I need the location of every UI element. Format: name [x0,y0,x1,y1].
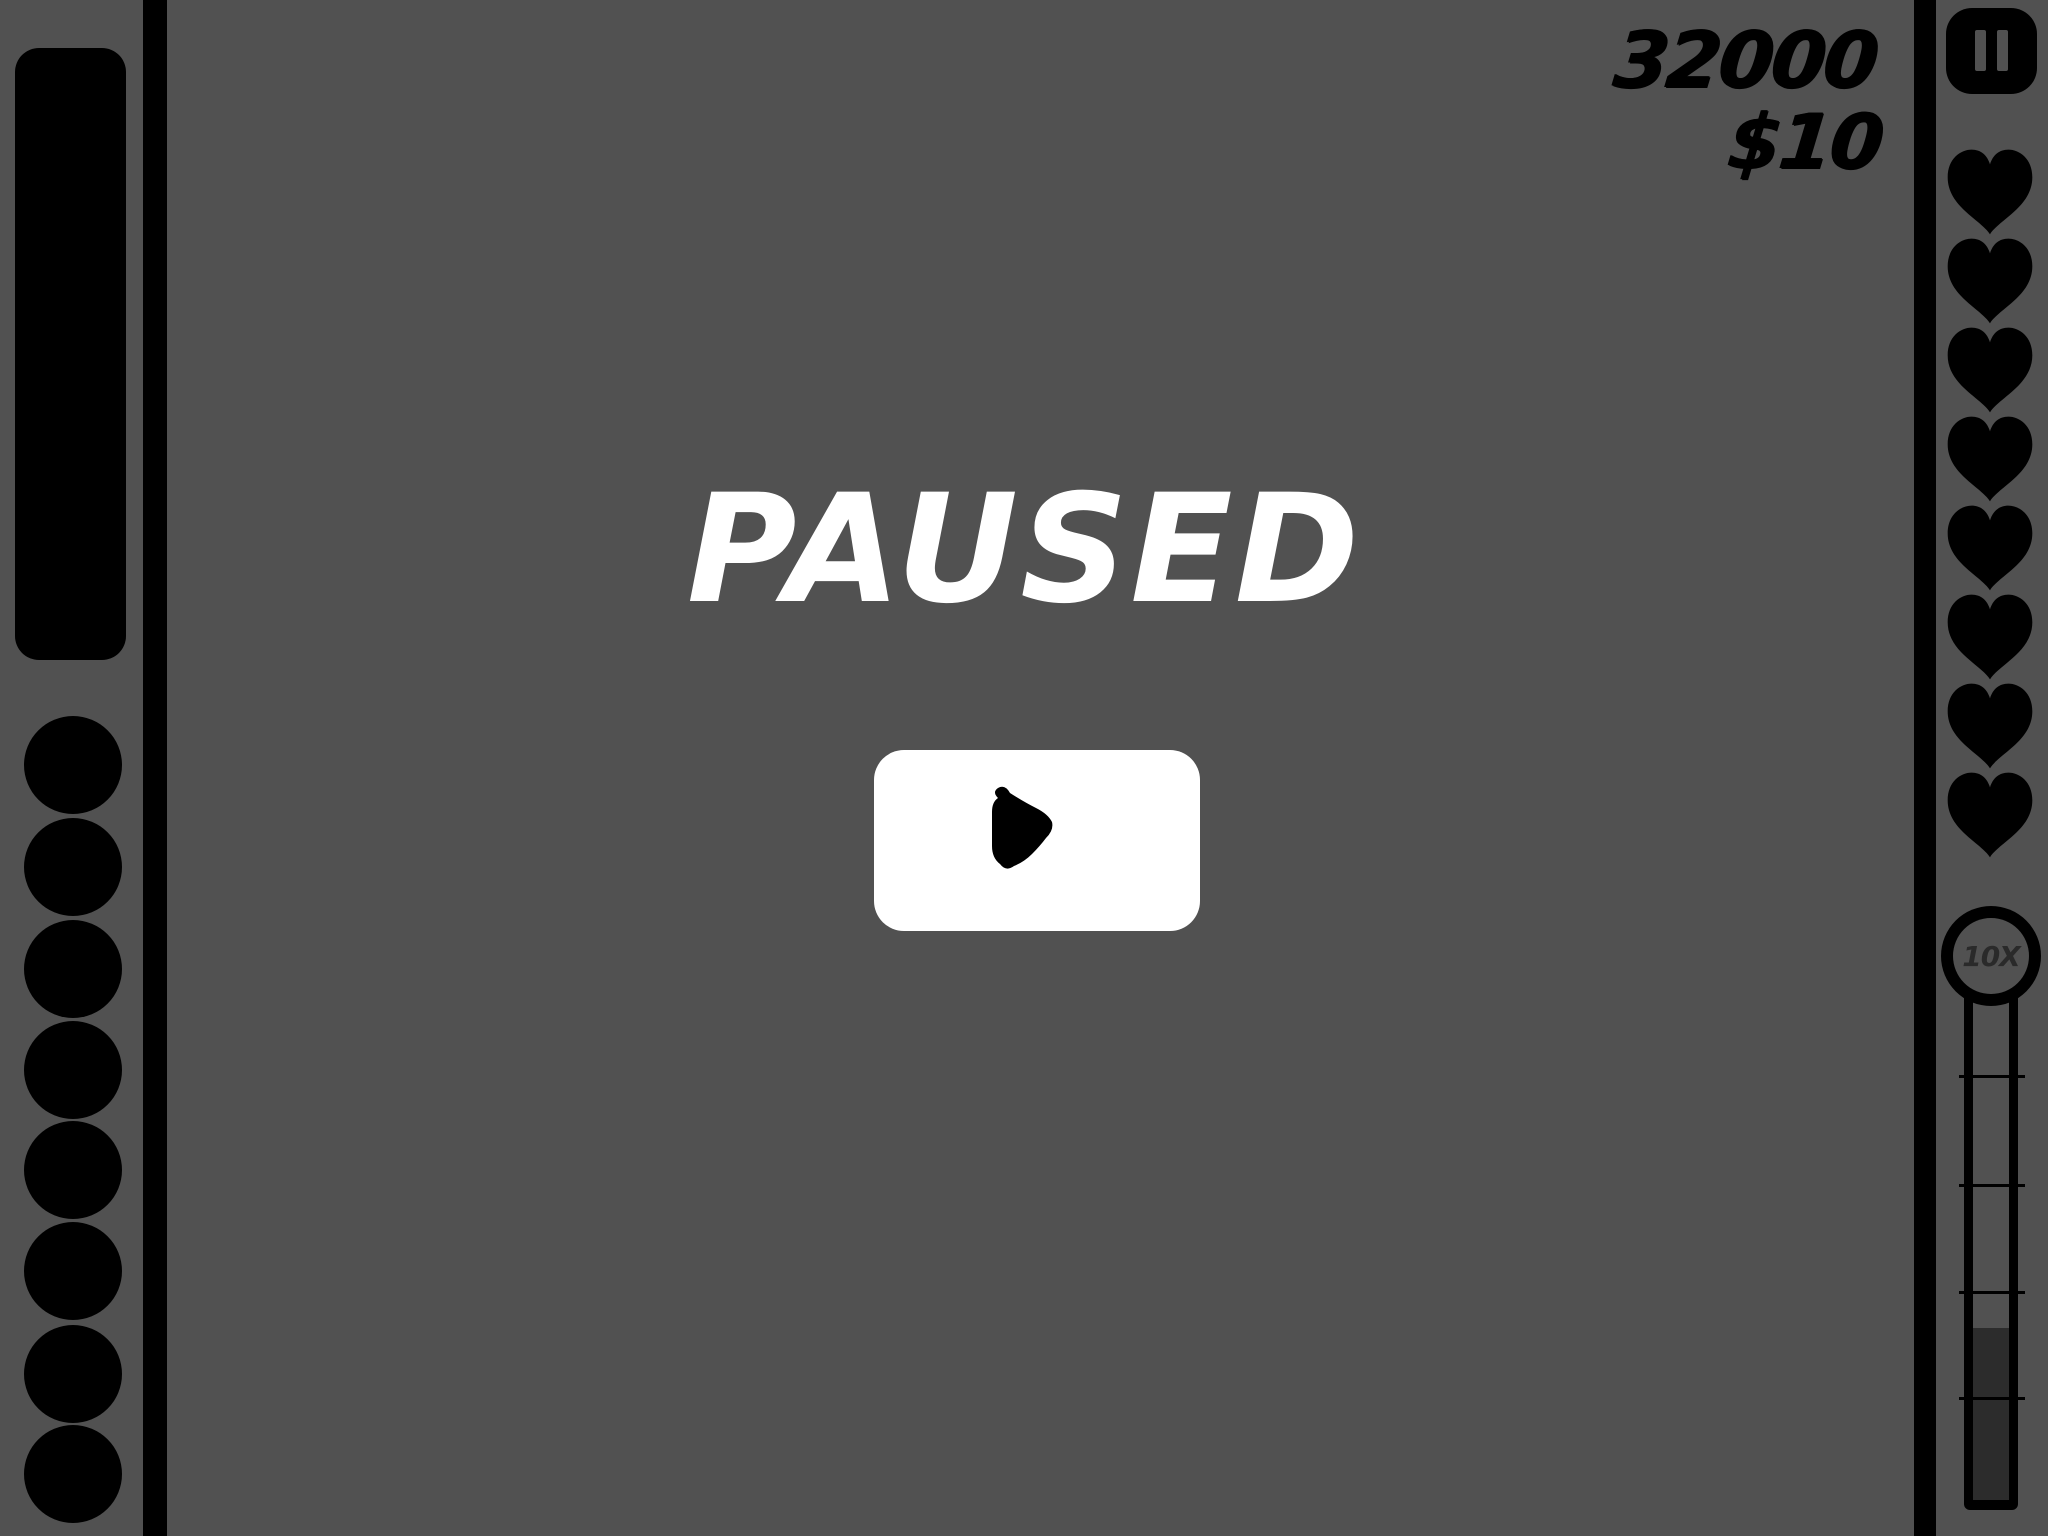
heart-icon [1947,238,2033,324]
multiplier-badge: 10X [1941,906,2041,1006]
heart-icon [1947,772,2033,858]
paused-title: PAUSED [686,463,1362,637]
slot-circle [24,1325,122,1423]
score-display: 32000 [1609,16,1881,106]
slot-circle [24,716,122,814]
left-divider [143,0,167,1536]
meter-tick [1959,1184,2025,1187]
heart-icon [1947,683,2033,769]
slot-circle [24,920,122,1018]
multiplier-meter-inner [1973,980,2009,1500]
pause-button[interactable] [1946,8,2037,94]
slot-circle [24,1021,122,1119]
multiplier-meter-fill [1973,1328,2009,1500]
heart-icon [1947,149,2033,235]
heart-icon [1947,327,2033,413]
slot-circle [24,818,122,916]
money-display: $10 [1724,97,1887,186]
resume-button[interactable] [874,750,1200,931]
meter-tick [1959,1291,2025,1294]
multiplier-meter [1964,980,2018,1510]
slot-circle [24,1425,122,1523]
multiplier-label: 10X [1962,939,2021,973]
right-divider [1914,0,1936,1536]
slot-circle [24,1121,122,1219]
slot-circle [24,1222,122,1320]
play-icon [992,786,1053,869]
meter-tick [1959,1075,2025,1078]
left-slot-column [0,0,143,1536]
meter-tick [1959,1397,2025,1400]
